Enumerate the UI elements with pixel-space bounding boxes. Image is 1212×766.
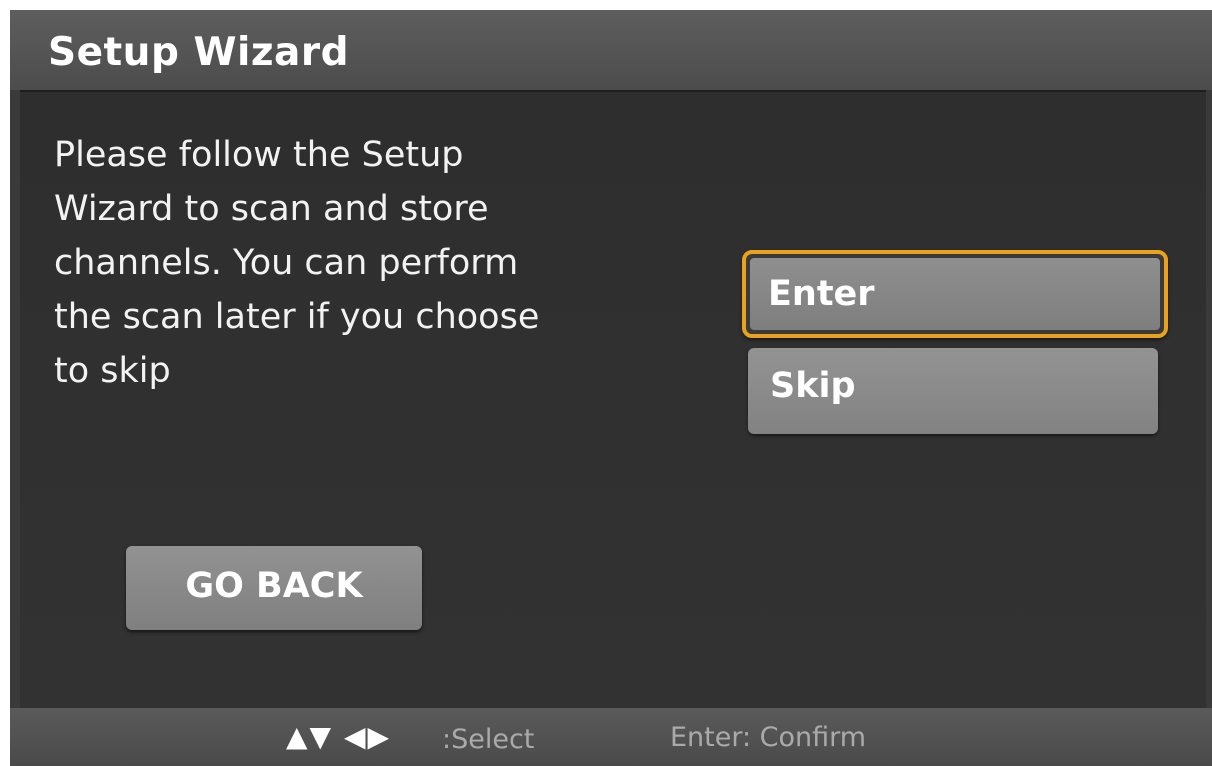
- enter-option-label: Enter: [768, 274, 875, 314]
- select-hint: :Select: [442, 724, 535, 755]
- footer-hint-bar: ▲▼ ◀▶ :Select Enter: Confirm: [10, 708, 1212, 766]
- go-back-button[interactable]: GO BACK: [126, 546, 422, 630]
- skip-option-button[interactable]: Skip: [748, 348, 1158, 434]
- go-back-label: GO BACK: [185, 566, 363, 606]
- skip-option-label: Skip: [770, 366, 856, 406]
- navigation-arrows-icon: ▲▼ ◀▶: [286, 720, 392, 753]
- enter-option-button[interactable]: Enter: [742, 250, 1168, 338]
- confirm-hint: Enter: Confirm: [670, 722, 867, 753]
- setup-message: Please follow the Setup Wizard to scan a…: [54, 135, 540, 391]
- tv-screen: Setup Wizard Please follow the Setup Wiz…: [10, 10, 1212, 766]
- title-bar: Setup Wizard: [10, 10, 1212, 90]
- page-title: Setup Wizard: [48, 30, 349, 75]
